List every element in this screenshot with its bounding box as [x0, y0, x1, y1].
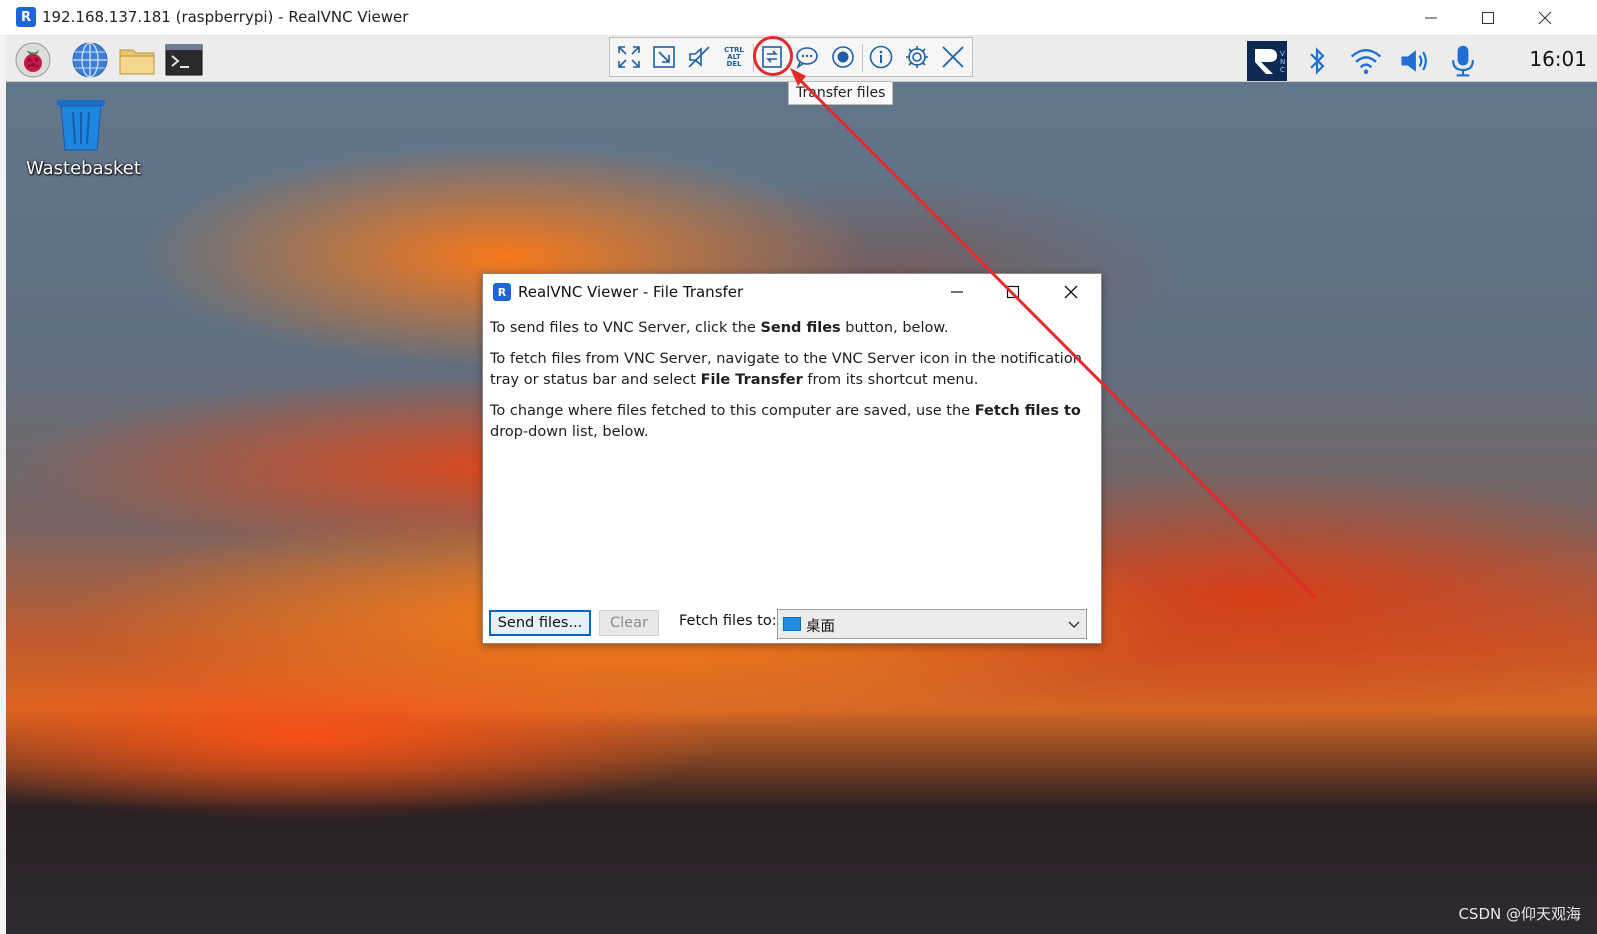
minimize-icon — [1425, 17, 1437, 19]
instruction-send: To send files to VNC Server, click the S… — [490, 320, 949, 336]
fullscreen-icon — [618, 46, 640, 68]
svg-text:N: N — [1280, 58, 1285, 66]
wifi-icon[interactable] — [1346, 41, 1386, 81]
svg-text:V: V — [1280, 50, 1285, 58]
clock: 16:01 — [1529, 47, 1587, 71]
realvnc-logo-icon: R — [16, 7, 36, 27]
bluetooth-icon[interactable] — [1297, 41, 1337, 81]
chat-icon — [796, 47, 818, 70]
toolbar-separator — [862, 44, 863, 72]
dialog-instructions: To send files to VNC Server, click the S… — [490, 318, 1090, 453]
dialog-footer: Send files... Clear Fetch files to: 桌面 — [489, 609, 1095, 639]
scale-button[interactable] — [649, 42, 679, 72]
settings-button[interactable] — [902, 42, 932, 72]
window-titlebar: R 192.168.137.181 (raspberrypi) - RealVN… — [0, 0, 1597, 36]
settings-icon — [906, 46, 928, 68]
folder-icon[interactable] — [118, 41, 156, 79]
terminal-icon[interactable] — [165, 41, 203, 79]
clear-button[interactable]: Clear — [599, 610, 659, 636]
info-icon — [869, 45, 893, 69]
instruction-fetch: To fetch files from VNC Server, navigate… — [490, 351, 1082, 388]
chat-button[interactable] — [792, 42, 822, 72]
vnc-server-icon[interactable]: V N C — [1247, 41, 1287, 81]
record-icon — [832, 46, 854, 68]
tooltip: Transfer files — [788, 81, 894, 105]
chevron-down-icon — [1068, 621, 1080, 628]
wastebasket-label: Wastebasket — [26, 158, 141, 179]
raspberry-menu-icon[interactable] — [14, 41, 52, 79]
maximize-button[interactable] — [1466, 3, 1510, 33]
dialog-minimize-button[interactable] — [937, 278, 977, 306]
maximize-icon — [1006, 285, 1020, 299]
dialog-close-button[interactable] — [1051, 278, 1091, 306]
disconnect-button[interactable] — [938, 42, 968, 72]
window-title: 192.168.137.181 (raspberrypi) - RealVNC … — [42, 8, 409, 26]
mute-audio-button[interactable] — [684, 42, 714, 72]
trash-icon — [57, 100, 105, 151]
mute-audio-icon — [688, 46, 710, 68]
volume-icon[interactable] — [1395, 41, 1435, 81]
watermark: CSDN @仰天观海 — [1458, 905, 1581, 923]
window-close-button[interactable] — [1523, 3, 1567, 33]
annotation-circle — [753, 36, 793, 76]
dialog-titlebar: R RealVNC Viewer - File Transfer — [483, 274, 1101, 310]
record-button[interactable] — [828, 42, 858, 72]
minimize-icon — [951, 291, 963, 293]
remote-desktop[interactable]: CTRL ALT DEL Transfer files V N C 16:01 … — [6, 36, 1597, 934]
raspberry-pi-taskbar: CTRL ALT DEL Transfer files V N C 16:01 — [6, 36, 1597, 105]
dialog-title: RealVNC Viewer - File Transfer — [518, 283, 744, 301]
send-files-button[interactable]: Send files... — [489, 610, 591, 636]
minimize-button[interactable] — [1409, 3, 1453, 33]
info-button[interactable] — [866, 42, 896, 72]
scale-icon — [653, 46, 675, 68]
file-transfer-dialog: R RealVNC Viewer - File Transfer To send… — [482, 273, 1102, 644]
svg-text:C: C — [1280, 66, 1285, 74]
dialog-maximize-button[interactable] — [993, 278, 1033, 306]
ctrl-alt-del-icon: CTRL ALT DEL — [724, 45, 744, 68]
fetch-files-value: 桌面 — [806, 619, 835, 635]
desktop-folder-icon — [783, 617, 801, 631]
close-icon — [1064, 285, 1078, 299]
microphone-icon[interactable] — [1443, 41, 1483, 81]
fetch-files-label: Fetch files to: — [679, 613, 777, 629]
fetch-files-dropdown[interactable]: 桌面 — [777, 609, 1087, 639]
wastebasket-desktop-icon[interactable]: Wastebasket — [26, 96, 141, 179]
close-icon — [1538, 11, 1552, 25]
close-icon — [942, 46, 964, 68]
maximize-icon — [1482, 12, 1494, 24]
realvnc-logo-icon: R — [493, 283, 511, 301]
fullscreen-button[interactable] — [614, 42, 644, 72]
instruction-location: To change where files fetched to this co… — [490, 403, 1081, 440]
globe-icon[interactable] — [71, 41, 109, 79]
ctrl-alt-del-button[interactable]: CTRL ALT DEL — [719, 42, 749, 72]
